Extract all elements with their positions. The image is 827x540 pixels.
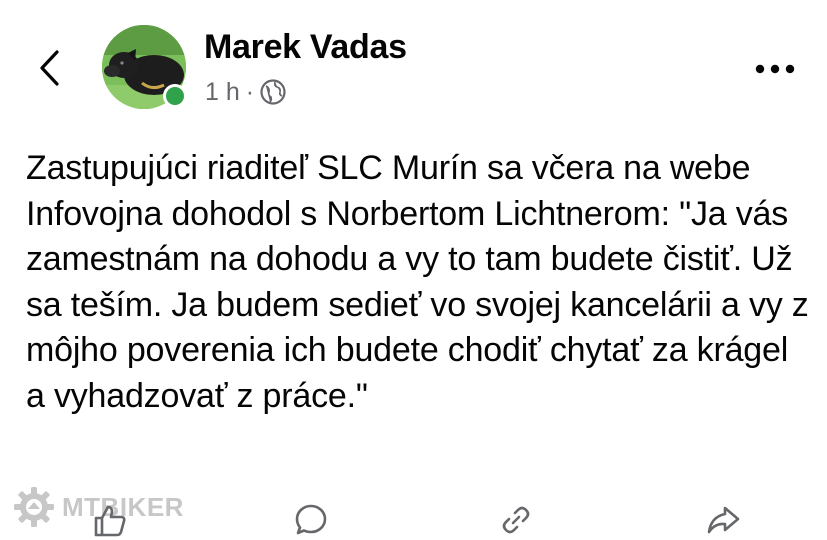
globe-icon[interactable]	[260, 79, 286, 105]
online-status-indicator	[163, 84, 187, 108]
gear-logo-icon	[14, 487, 54, 527]
share-icon	[707, 506, 740, 534]
post-text: Zastupujúci riaditeľ SLC Murín sa včera …	[26, 149, 809, 415]
author-name[interactable]: Marek Vadas	[204, 28, 407, 67]
share-button[interactable]	[703, 500, 743, 540]
more-options-button[interactable]	[752, 56, 798, 82]
post-timestamp[interactable]: 1 h	[205, 78, 240, 107]
like-button[interactable]	[90, 500, 130, 540]
thumbs-up-icon	[94, 505, 126, 537]
back-button[interactable]	[34, 48, 64, 88]
post-meta: 1 h ·	[205, 76, 286, 108]
link-icon	[502, 506, 530, 534]
chevron-left-icon	[40, 50, 59, 86]
more-horizontal-icon	[755, 64, 795, 74]
meta-separator: ·	[245, 77, 255, 106]
comment-button[interactable]	[291, 500, 331, 540]
comment-icon	[295, 504, 327, 535]
copy-link-button[interactable]	[496, 500, 536, 540]
avatar[interactable]	[102, 25, 188, 111]
